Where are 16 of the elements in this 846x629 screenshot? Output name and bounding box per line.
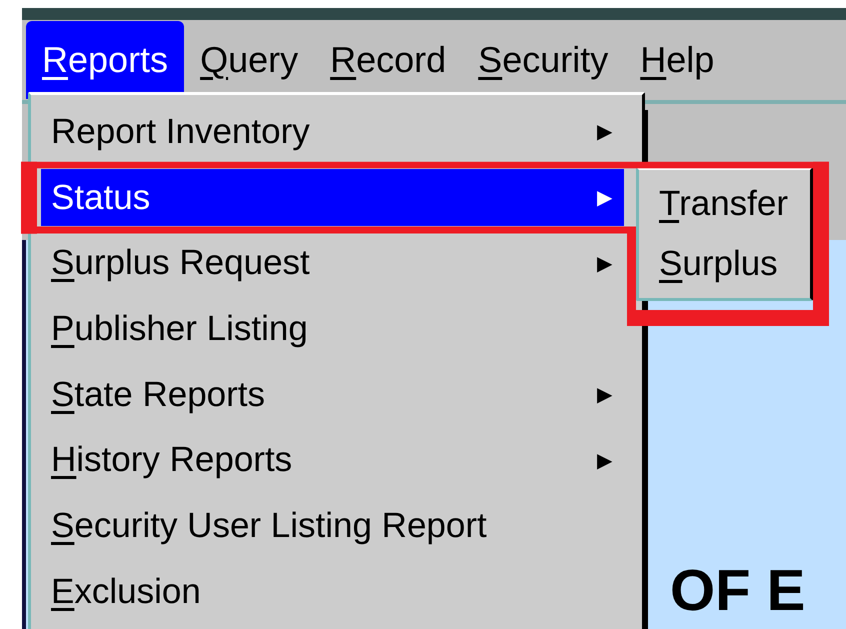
menu-item[interactable]: Record [314, 21, 462, 99]
menu-option[interactable]: Surplus Request ▶ [41, 234, 624, 292]
menu-option[interactable]: Security User Listing Report [41, 497, 624, 555]
menu-option[interactable]: Status ▶ [41, 168, 624, 226]
menu-option[interactable]: Report Inventory ▶ [41, 103, 624, 161]
menu-item[interactable]: Security [462, 21, 624, 99]
menu-option[interactable]: Surplus [649, 238, 792, 290]
menu-item[interactable]: Help [624, 21, 730, 99]
menu-option[interactable]: History Reports ▶ [41, 431, 624, 490]
page-heading: OF E [670, 562, 806, 620]
menu-option[interactable]: Publisher Listing [41, 300, 624, 358]
menu-option[interactable]: Transfer [649, 178, 792, 230]
menu-option[interactable]: Exclusion [41, 562, 624, 620]
menu-item[interactable]: Query [184, 21, 314, 99]
menu-item[interactable]: Reports [26, 21, 184, 99]
menu-option[interactable]: State Reports ▶ [41, 366, 624, 424]
